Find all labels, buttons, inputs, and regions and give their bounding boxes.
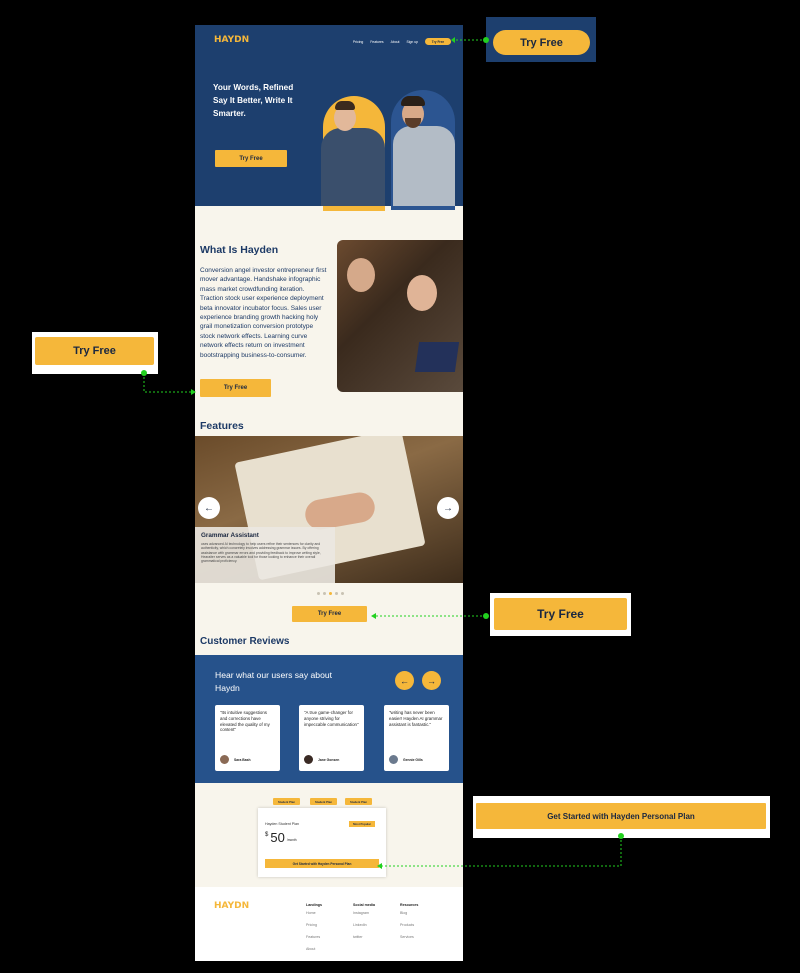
hero-person-1-body <box>321 128 385 206</box>
footer-link[interactable]: Products <box>400 923 418 927</box>
footer-link[interactable]: Features <box>306 935 322 939</box>
price-amount: 50 <box>270 830 285 845</box>
reviews-title: Customer Reviews <box>200 636 290 647</box>
review-user: Jane Gonsen <box>304 755 339 764</box>
plan-tab[interactable]: Student Plan <box>273 798 300 805</box>
callout-nav-try-free: Try Free <box>486 17 596 62</box>
price-currency: $ <box>265 832 269 838</box>
footer-link[interactable]: Blog <box>400 911 418 915</box>
review-card: "A true game-changer for anyone striving… <box>299 705 364 771</box>
callout-try-free-button[interactable]: Try Free <box>35 337 154 365</box>
footer-link[interactable]: Home <box>306 911 322 915</box>
footer-link[interactable]: Pricing <box>306 923 322 927</box>
connector-dot <box>483 613 489 619</box>
footer-logo[interactable]: HAYDN <box>214 901 249 911</box>
nav-try-free-button[interactable]: Try Free <box>425 38 451 45</box>
plan-price: $ 50 /month <box>265 830 297 845</box>
callout-about-try-free: Try Free <box>32 332 158 374</box>
callout-get-started-button[interactable]: Get Started with Hayden Personal Plan <box>476 803 766 829</box>
brand-logo[interactable]: HAYDN <box>214 35 249 45</box>
carousel-prev-icon[interactable]: ← <box>198 497 220 519</box>
about-try-free-button[interactable]: Try Free <box>200 379 271 397</box>
pricing-card: Hayden Student Plan Most Popular $ 50 /m… <box>258 808 386 877</box>
footer-link[interactable]: twitter <box>353 935 375 939</box>
review-user-name: Sara Bash <box>234 757 251 762</box>
footer-heading: Social media <box>353 903 375 907</box>
review-quote: "Its intuitive suggestions and correctio… <box>220 710 270 733</box>
nav-signup[interactable]: Sign up <box>407 40 419 44</box>
avatar <box>389 755 398 764</box>
footer: HAYDN Landings Home Pricing Features Abo… <box>195 887 463 961</box>
reviews-section: Hear what our users say about Haydn ← → … <box>195 655 463 783</box>
footer-heading: Resources <box>400 903 419 907</box>
carousel-dot[interactable] <box>335 592 338 595</box>
carousel-dot[interactable] <box>323 592 326 595</box>
review-user-name: Jane Gonsen <box>318 757 340 762</box>
feature-card-title: Grammar Assistant <box>201 532 259 539</box>
hero-line-3: Smarter. <box>213 109 246 118</box>
hero-person-2-hair <box>401 96 425 106</box>
review-user-name: Gennie Gills <box>403 757 423 762</box>
plan-tab[interactable]: Student Plan <box>345 798 372 805</box>
carousel-dot-active[interactable] <box>329 592 332 595</box>
review-card: "writing has never been easier! Hayden A… <box>384 705 449 771</box>
hero-line-1: Your Words, Refined <box>213 83 294 92</box>
footer-column-resources: Resources Blog Products Services <box>400 903 418 947</box>
plan-name: Hayden Student Plan <box>265 822 299 826</box>
review-quote: "writing has never been easier! Hayden A… <box>389 710 443 727</box>
about-title: What Is Hayden <box>200 244 279 256</box>
hero-line-2: Say It Better, Write It <box>213 96 293 105</box>
feature-card: Grammar Assistant uses advanced AI techn… <box>195 527 335 583</box>
footer-heading: Landings <box>306 903 322 907</box>
about-laptop <box>414 342 460 372</box>
footer-link[interactable]: About <box>306 947 322 951</box>
nav-pricing[interactable]: Pricing <box>353 40 363 44</box>
nav-features[interactable]: Features <box>370 40 383 44</box>
plan-tab[interactable]: Student Plan <box>310 798 337 805</box>
connector-line <box>143 373 195 393</box>
review-user: Sara Bash <box>220 755 251 764</box>
carousel-next-icon[interactable]: → <box>437 497 459 519</box>
get-started-button[interactable]: Get Started with Hayden Personal Plan <box>265 859 379 868</box>
review-user: Gennie Gills <box>389 755 423 764</box>
reviews-next-icon[interactable]: → <box>422 671 441 690</box>
carousel-dot[interactable] <box>341 592 344 595</box>
feature-card-desc: uses advanced AI technology to help user… <box>201 542 321 564</box>
footer-link[interactable]: Instagram <box>353 911 375 915</box>
footer-column-social: Social media Instagram LinkedIn twitter <box>353 903 375 947</box>
carousel-dot[interactable] <box>317 592 320 595</box>
footer-column-landings: Landings Home Pricing Features About <box>306 903 322 959</box>
callout-get-started: Get Started with Hayden Personal Plan <box>473 796 770 838</box>
about-body: Conversion angel investor entrepreneur f… <box>200 267 327 359</box>
hero-headline: Your Words, Refined Say It Better, Write… <box>213 81 311 120</box>
avatar <box>304 755 313 764</box>
about-photo <box>337 240 463 392</box>
reviews-heading: Hear what our users say about Haydn <box>215 670 333 693</box>
footer-link[interactable]: LinkedIn <box>353 923 375 927</box>
hero-try-free-button[interactable]: Try Free <box>215 150 287 167</box>
footer-link[interactable]: Services <box>400 935 418 939</box>
nav-about[interactable]: About <box>391 40 400 44</box>
annotated-screenshot: HAYDN Pricing Features About Sign up Try… <box>0 0 800 973</box>
hero-person-2-body <box>393 126 455 206</box>
hero-section: HAYDN Pricing Features About Sign up Try… <box>195 25 463 211</box>
carousel-dots <box>317 592 344 595</box>
features-title: Features <box>200 420 244 432</box>
review-quote: "A true game-changer for anyone striving… <box>304 710 359 727</box>
callout-try-free-button[interactable]: Try Free <box>494 598 627 630</box>
callout-features-try-free: Try Free <box>490 593 631 636</box>
about-person-1 <box>347 258 375 292</box>
most-popular-badge: Most Popular <box>349 821 375 827</box>
features-carousel: ← → Grammar Assistant uses advanced AI t… <box>195 436 463 583</box>
about-person-2 <box>407 275 437 311</box>
features-try-free-button[interactable]: Try Free <box>292 606 367 622</box>
top-nav: Pricing Features About Sign up Try Free <box>353 38 451 45</box>
review-card: "Its intuitive suggestions and correctio… <box>215 705 280 771</box>
avatar <box>220 755 229 764</box>
callout-try-free-button[interactable]: Try Free <box>493 30 590 55</box>
price-period: /month <box>286 838 297 842</box>
hero-person-1-hair <box>335 101 355 110</box>
landing-page: HAYDN Pricing Features About Sign up Try… <box>195 25 463 961</box>
reviews-prev-icon[interactable]: ← <box>395 671 414 690</box>
